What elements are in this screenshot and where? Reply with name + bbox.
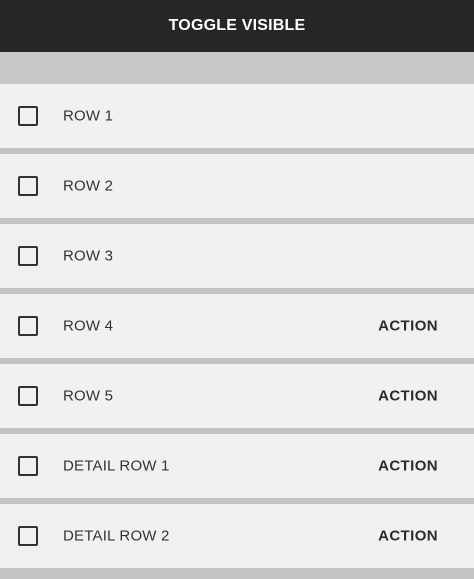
row-checkbox[interactable] [18,526,38,546]
row-action-button[interactable]: ACTION [378,528,438,545]
list-item[interactable]: ROW 4 ACTION [0,294,474,364]
list-item[interactable]: DETAIL ROW 1 ACTION [0,434,474,504]
row-action-button[interactable]: ACTION [378,388,438,405]
row-label: ROW 1 [63,107,114,125]
row-checkbox[interactable] [18,386,38,406]
app-screen: TOGGLE VISIBLE ROW 1 ROW 2 ROW 3 ROW 4 A… [0,0,474,579]
list-item[interactable]: ROW 1 [0,84,474,154]
row-checkbox[interactable] [18,106,38,126]
row-list: ROW 1 ROW 2 ROW 3 ROW 4 ACTION ROW 5 ACT… [0,84,474,574]
list-item[interactable]: ROW 5 ACTION [0,364,474,434]
header-spacer [0,52,474,84]
row-checkbox[interactable] [18,176,38,196]
row-action-button[interactable]: ACTION [378,318,438,335]
row-checkbox[interactable] [18,456,38,476]
list-item[interactable]: ROW 2 [0,154,474,224]
row-label: ROW 4 [63,317,114,335]
row-label: DETAIL ROW 1 [63,457,170,475]
list-item[interactable]: DETAIL ROW 2 ACTION [0,504,474,574]
row-checkbox[interactable] [18,246,38,266]
row-label: ROW 5 [63,387,114,405]
row-label: ROW 3 [63,247,114,265]
top-bar: TOGGLE VISIBLE [0,0,474,52]
row-label: ROW 2 [63,177,114,195]
toggle-visible-button[interactable]: TOGGLE VISIBLE [157,11,318,41]
row-action-button[interactable]: ACTION [378,458,438,475]
row-label: DETAIL ROW 2 [63,527,170,545]
list-item[interactable]: ROW 3 [0,224,474,294]
row-checkbox[interactable] [18,316,38,336]
